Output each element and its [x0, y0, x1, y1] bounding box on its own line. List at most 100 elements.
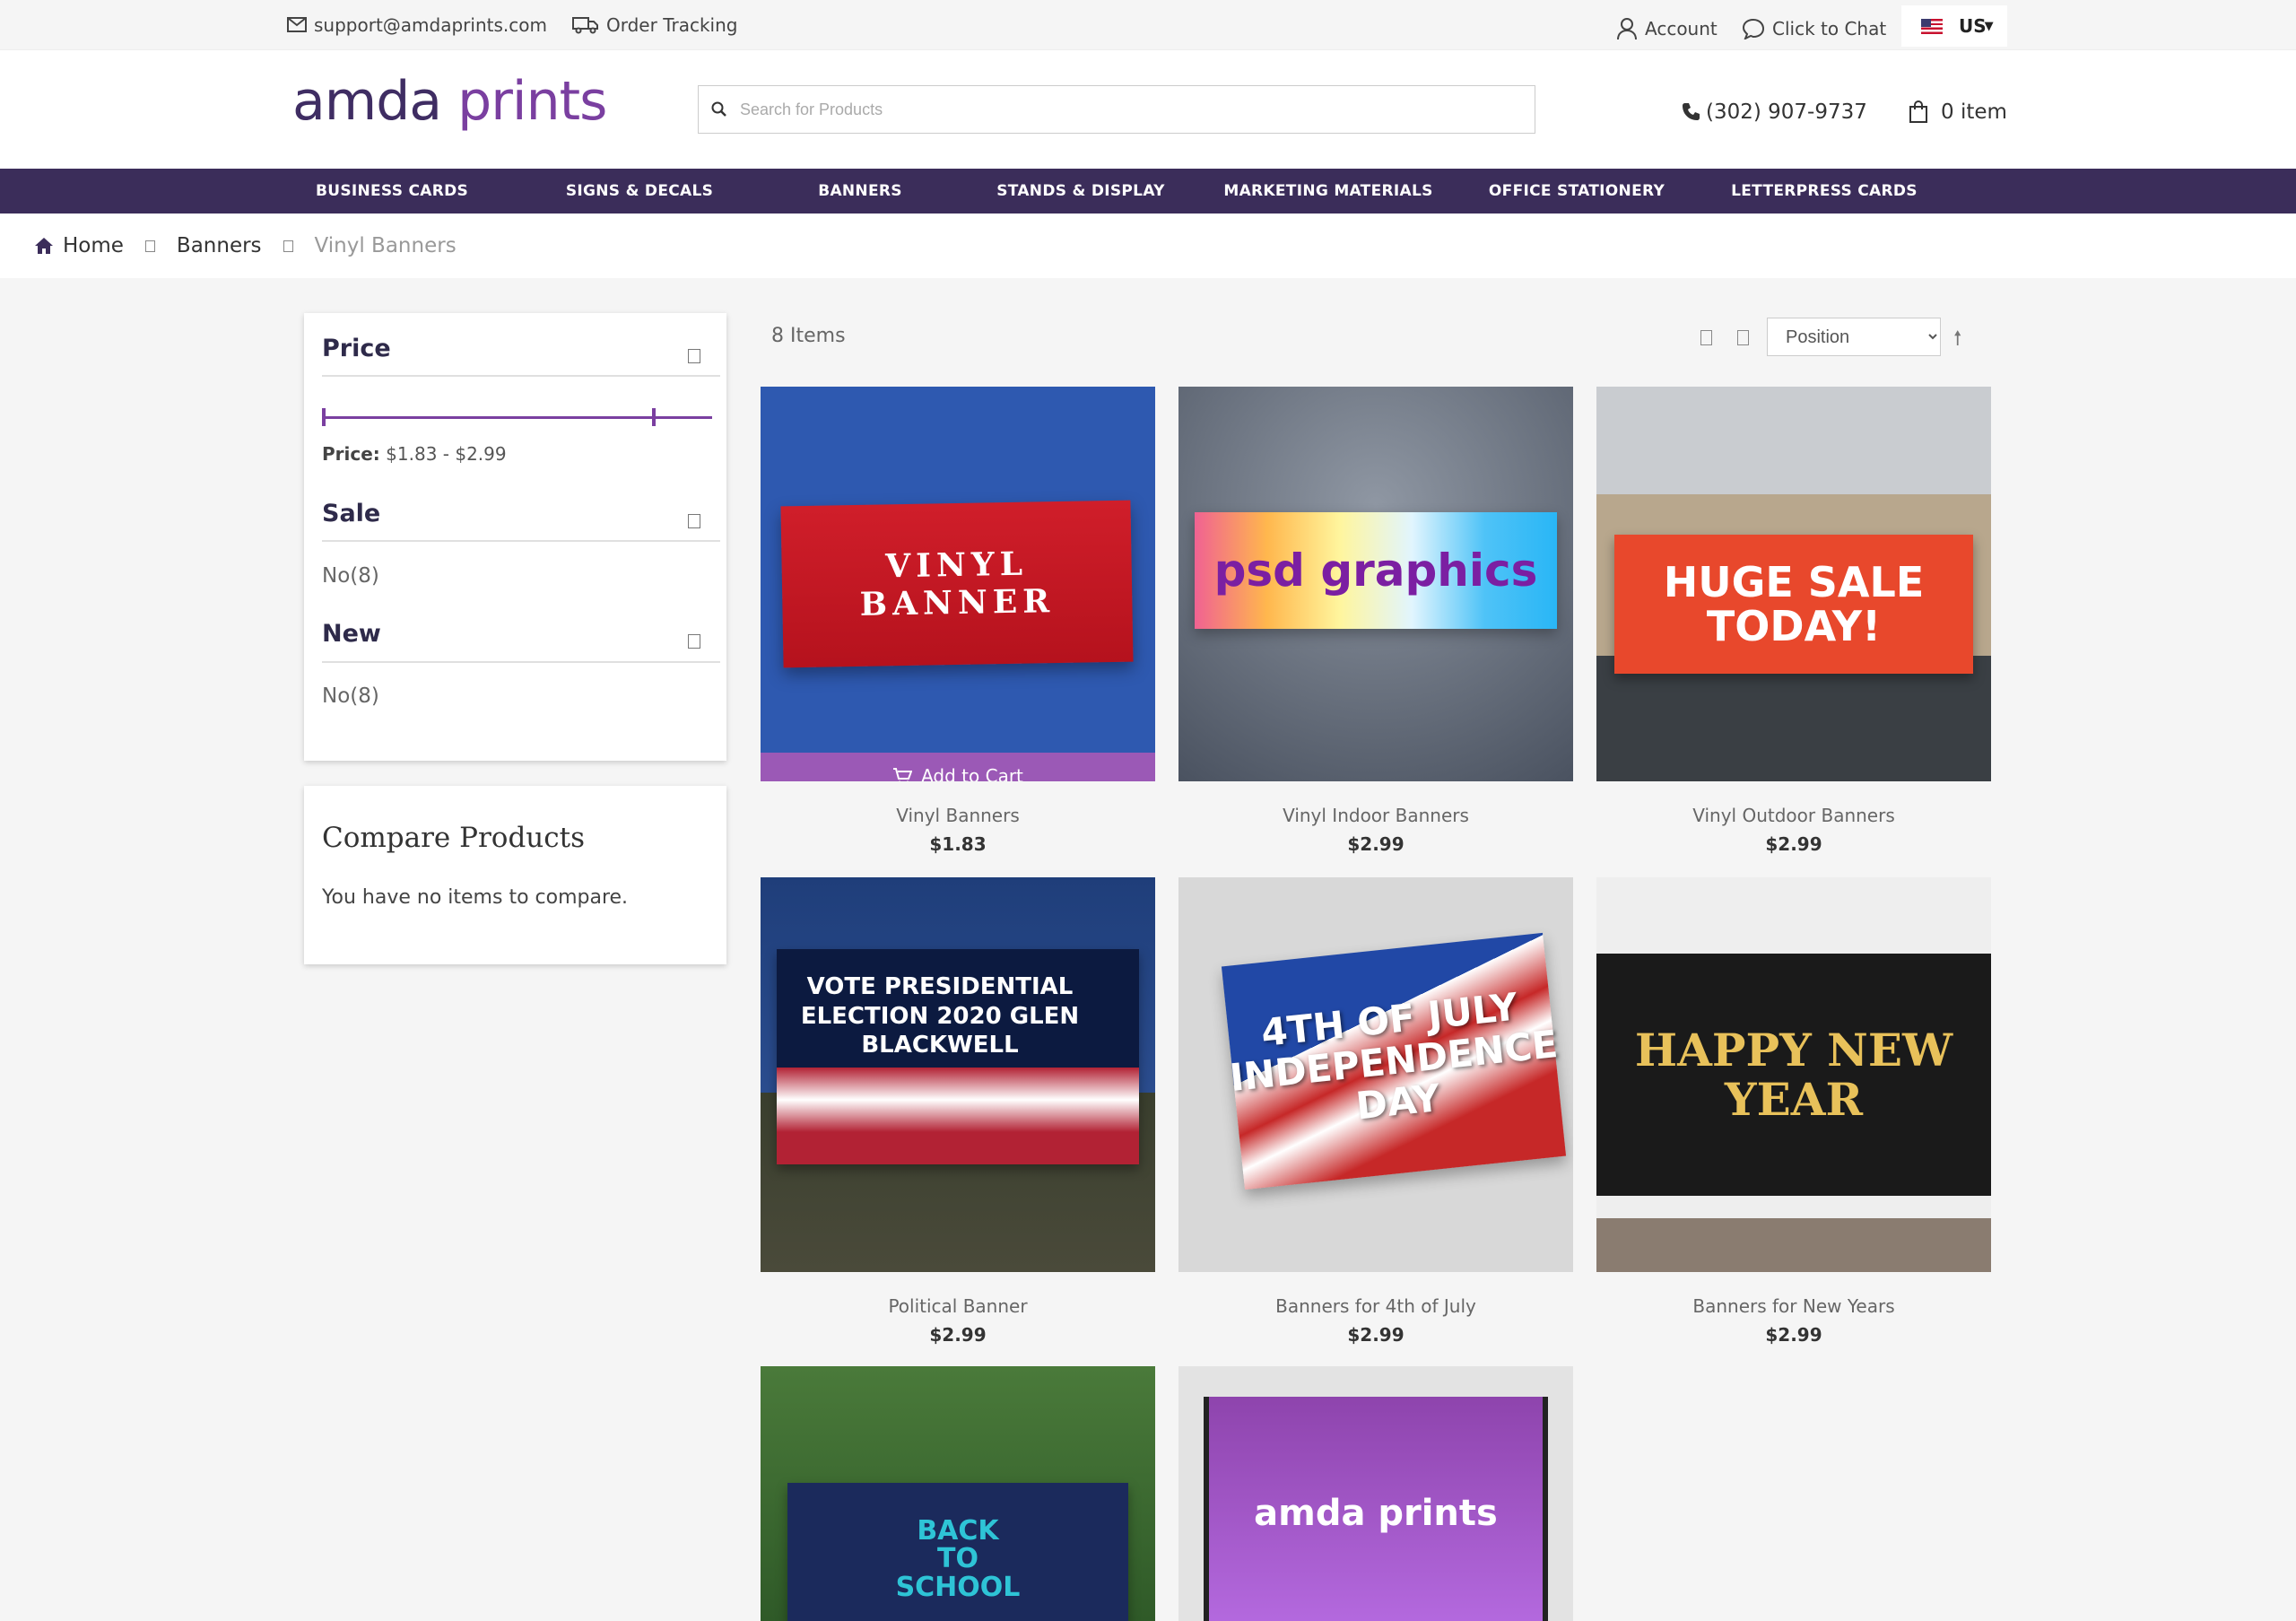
product-price: $2.99 [929, 1324, 987, 1346]
site-header: amda prints (302) 907-9737 0 item [0, 49, 2296, 169]
price-slider[interactable] [322, 408, 712, 426]
grid-view-icon[interactable] [1700, 330, 1712, 345]
product-art: VOTE PRESIDENTIAL ELECTION 2020 GLEN BLA… [777, 949, 1139, 1164]
product-image[interactable]: HUGE SALE TODAY! [1596, 387, 1991, 781]
phone-link[interactable]: (302) 907-9737 [1681, 100, 1867, 124]
order-tracking-label: Order Tracking [606, 13, 738, 36]
phone-number: (302) 907-9737 [1706, 100, 1867, 124]
mail-icon [287, 17, 307, 32]
main-navigation: BUSINESS CARDS SIGNS & DECALS BANNERS ST… [0, 169, 2296, 214]
price-range-value: $1.83 - $2.99 [386, 443, 507, 465]
price-slider-max-handle[interactable] [652, 408, 656, 426]
divider [322, 540, 720, 542]
product-price: $2.99 [1347, 1324, 1405, 1346]
logo-text-amda: amda [292, 70, 442, 133]
filter-new-title[interactable]: New [322, 620, 381, 648]
sort-select[interactable]: Position [1767, 318, 1941, 356]
product-art: HAPPY NEW YEAR [1596, 954, 1991, 1196]
support-email-link[interactable]: support@amdaprints.com [287, 0, 547, 49]
compare-title: Compare Products [322, 822, 586, 854]
breadcrumb-separator [144, 240, 155, 252]
product-name[interactable]: Banners for 4th of July [1178, 1295, 1573, 1317]
nav-banners[interactable]: BANNERS [818, 169, 902, 214]
filter-sale-option[interactable]: No(8) [322, 564, 379, 588]
product-art: HUGE SALE TODAY! [1614, 535, 1973, 674]
divider [322, 375, 720, 377]
product-image[interactable]: BACK TO SCHOOL [761, 1366, 1155, 1621]
compare-panel: Compare Products You have no items to co… [304, 786, 726, 964]
chevron-down-icon: ▼ [1984, 19, 1994, 33]
breadcrumb-separator [283, 240, 293, 252]
nav-business-cards[interactable]: BUSINESS CARDS [316, 169, 468, 214]
cart-count: 0 item [1941, 100, 2007, 124]
user-icon [1617, 17, 1637, 39]
add-to-cart-label: Add to Cart [921, 765, 1023, 781]
product-price: $1.83 [929, 833, 987, 855]
breadcrumb: Home Banners Vinyl Banners [0, 214, 2296, 278]
nav-stands-display[interactable]: STANDS & DISPLAY [996, 169, 1165, 214]
filter-price-toggle-icon[interactable] [688, 349, 700, 363]
account-link[interactable]: Account [1616, 4, 1718, 53]
account-label: Account [1645, 17, 1718, 39]
list-view-icon[interactable] [1737, 330, 1749, 345]
cart-icon [893, 768, 913, 781]
product-art: psd graphics [1195, 512, 1557, 629]
top-bar: support@amdaprints.com Order Tracking Ac… [0, 0, 2296, 49]
filter-sale-title[interactable]: Sale [322, 500, 380, 527]
product-name[interactable]: Vinyl Banners [761, 805, 1155, 826]
phone-icon [1683, 103, 1700, 120]
add-to-cart-button[interactable]: Add to Cart [761, 753, 1155, 781]
mini-cart[interactable]: 0 item [1909, 100, 2007, 124]
chat-icon [1742, 18, 1765, 39]
product-image[interactable]: VOTE PRESIDENTIAL ELECTION 2020 GLEN BLA… [761, 877, 1155, 1272]
sort-direction-icon[interactable]: 🠕 [1953, 323, 1961, 357]
product-image[interactable]: HAPPY NEW YEAR [1596, 877, 1991, 1272]
home-icon [35, 238, 53, 254]
filter-panel: Price Price: $1.83 - $2.99 Sale No(8) Ne… [304, 313, 726, 761]
filter-sale-toggle-icon[interactable] [688, 514, 700, 528]
shopping-bag-icon [1909, 100, 1927, 123]
search-bar [698, 85, 1535, 134]
price-slider-min-handle[interactable] [322, 408, 326, 426]
site-logo[interactable]: amda prints [292, 70, 607, 133]
product-name[interactable]: Banners for New Years [1596, 1295, 1991, 1317]
nav-marketing-materials[interactable]: MARKETING MATERIALS [1223, 169, 1432, 214]
nav-signs-decals[interactable]: SIGNS & DECALS [566, 169, 713, 214]
truck-icon [572, 16, 598, 33]
nav-office-stationery[interactable]: OFFICE STATIONERY [1489, 169, 1665, 214]
locale-label: US [1959, 15, 1987, 37]
product-image[interactable]: psd graphics [1178, 387, 1573, 781]
filter-price-title[interactable]: Price [322, 335, 391, 362]
chat-link[interactable]: Click to Chat [1742, 4, 1886, 53]
product-name[interactable]: Vinyl Indoor Banners [1178, 805, 1573, 826]
product-name[interactable]: Vinyl Outdoor Banners [1596, 805, 1991, 826]
product-image[interactable]: VINYL BANNER Add to Cart [761, 387, 1155, 781]
search-input[interactable] [740, 100, 1502, 119]
breadcrumb-home[interactable]: Home [63, 234, 124, 257]
filter-new-toggle-icon[interactable] [688, 634, 700, 649]
logo-text-prints: prints [457, 70, 607, 133]
chat-label: Click to Chat [1772, 17, 1887, 39]
price-label: Price: [322, 443, 380, 465]
product-price: $2.99 [1765, 1324, 1822, 1346]
breadcrumb-banners[interactable]: Banners [177, 234, 262, 257]
locale-selector[interactable]: US ▼ [1901, 5, 2007, 47]
divider [322, 661, 720, 663]
product-price: $2.99 [1347, 833, 1405, 855]
product-name[interactable]: Political Banner [761, 1295, 1155, 1317]
product-image[interactable]: 4TH OF JULY INDEPENDENCE DAY [1178, 877, 1573, 1272]
product-art: amda prints [1204, 1397, 1548, 1621]
breadcrumb-current: Vinyl Banners [314, 234, 457, 257]
product-price: $2.99 [1765, 833, 1822, 855]
order-tracking-link[interactable]: Order Tracking [572, 0, 737, 49]
nav-letterpress-cards[interactable]: LETTERPRESS CARDS [1731, 169, 1918, 214]
support-email: support@amdaprints.com [314, 13, 547, 36]
product-art: 4TH OF JULY INDEPENDENCE DAY [1221, 932, 1567, 1190]
filter-new-option[interactable]: No(8) [322, 684, 379, 708]
product-image[interactable]: amda prints [1178, 1366, 1573, 1621]
product-art: BACK TO SCHOOL [787, 1483, 1128, 1621]
us-flag-icon [1921, 18, 1943, 34]
product-art: VINYL BANNER [780, 500, 1134, 668]
price-range-text: Price: $1.83 - $2.99 [322, 443, 507, 465]
search-icon[interactable] [711, 101, 727, 118]
